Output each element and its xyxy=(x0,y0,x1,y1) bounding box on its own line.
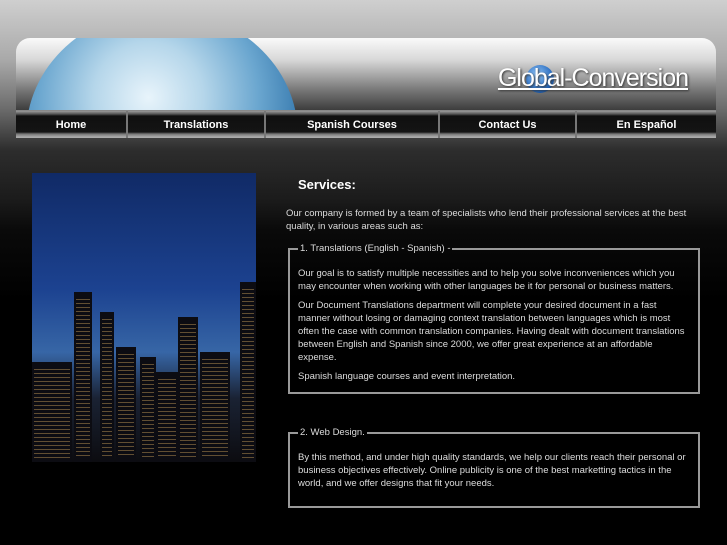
translations-section: 1. Translations (English - Spanish) - Ou… xyxy=(288,242,700,394)
nav-home[interactable]: Home xyxy=(16,111,128,138)
nav-spanish-courses[interactable]: Spanish Courses xyxy=(266,111,440,138)
section-paragraph: By this method, and under high quality s… xyxy=(298,452,686,489)
header-banner: Global-Conversion xyxy=(16,38,716,111)
globe-image xyxy=(26,38,298,111)
main-nav: Home Translations Spanish Courses Contac… xyxy=(16,110,716,138)
services-heading: Services: xyxy=(298,177,356,192)
site-logo[interactable]: Global-Conversion xyxy=(498,64,689,93)
city-skyline-photo xyxy=(32,173,256,462)
section-paragraph: Our Document Translations department wil… xyxy=(298,300,685,363)
nav-translations[interactable]: Translations xyxy=(128,111,266,138)
nav-en-espanol[interactable]: En Español xyxy=(577,111,716,138)
section-paragraph: Our goal is to satisfy multiple necessit… xyxy=(298,268,675,292)
section-paragraph: Spanish language courses and event inter… xyxy=(298,371,516,382)
section-legend: 1. Translations (English - Spanish) - xyxy=(300,243,451,254)
web-design-section: 2. Web Design. By this method, and under… xyxy=(288,426,700,508)
section-legend: 2. Web Design. xyxy=(300,427,365,438)
services-intro: Our company is formed by a team of speci… xyxy=(286,208,687,232)
nav-contact-us[interactable]: Contact Us xyxy=(440,111,577,138)
